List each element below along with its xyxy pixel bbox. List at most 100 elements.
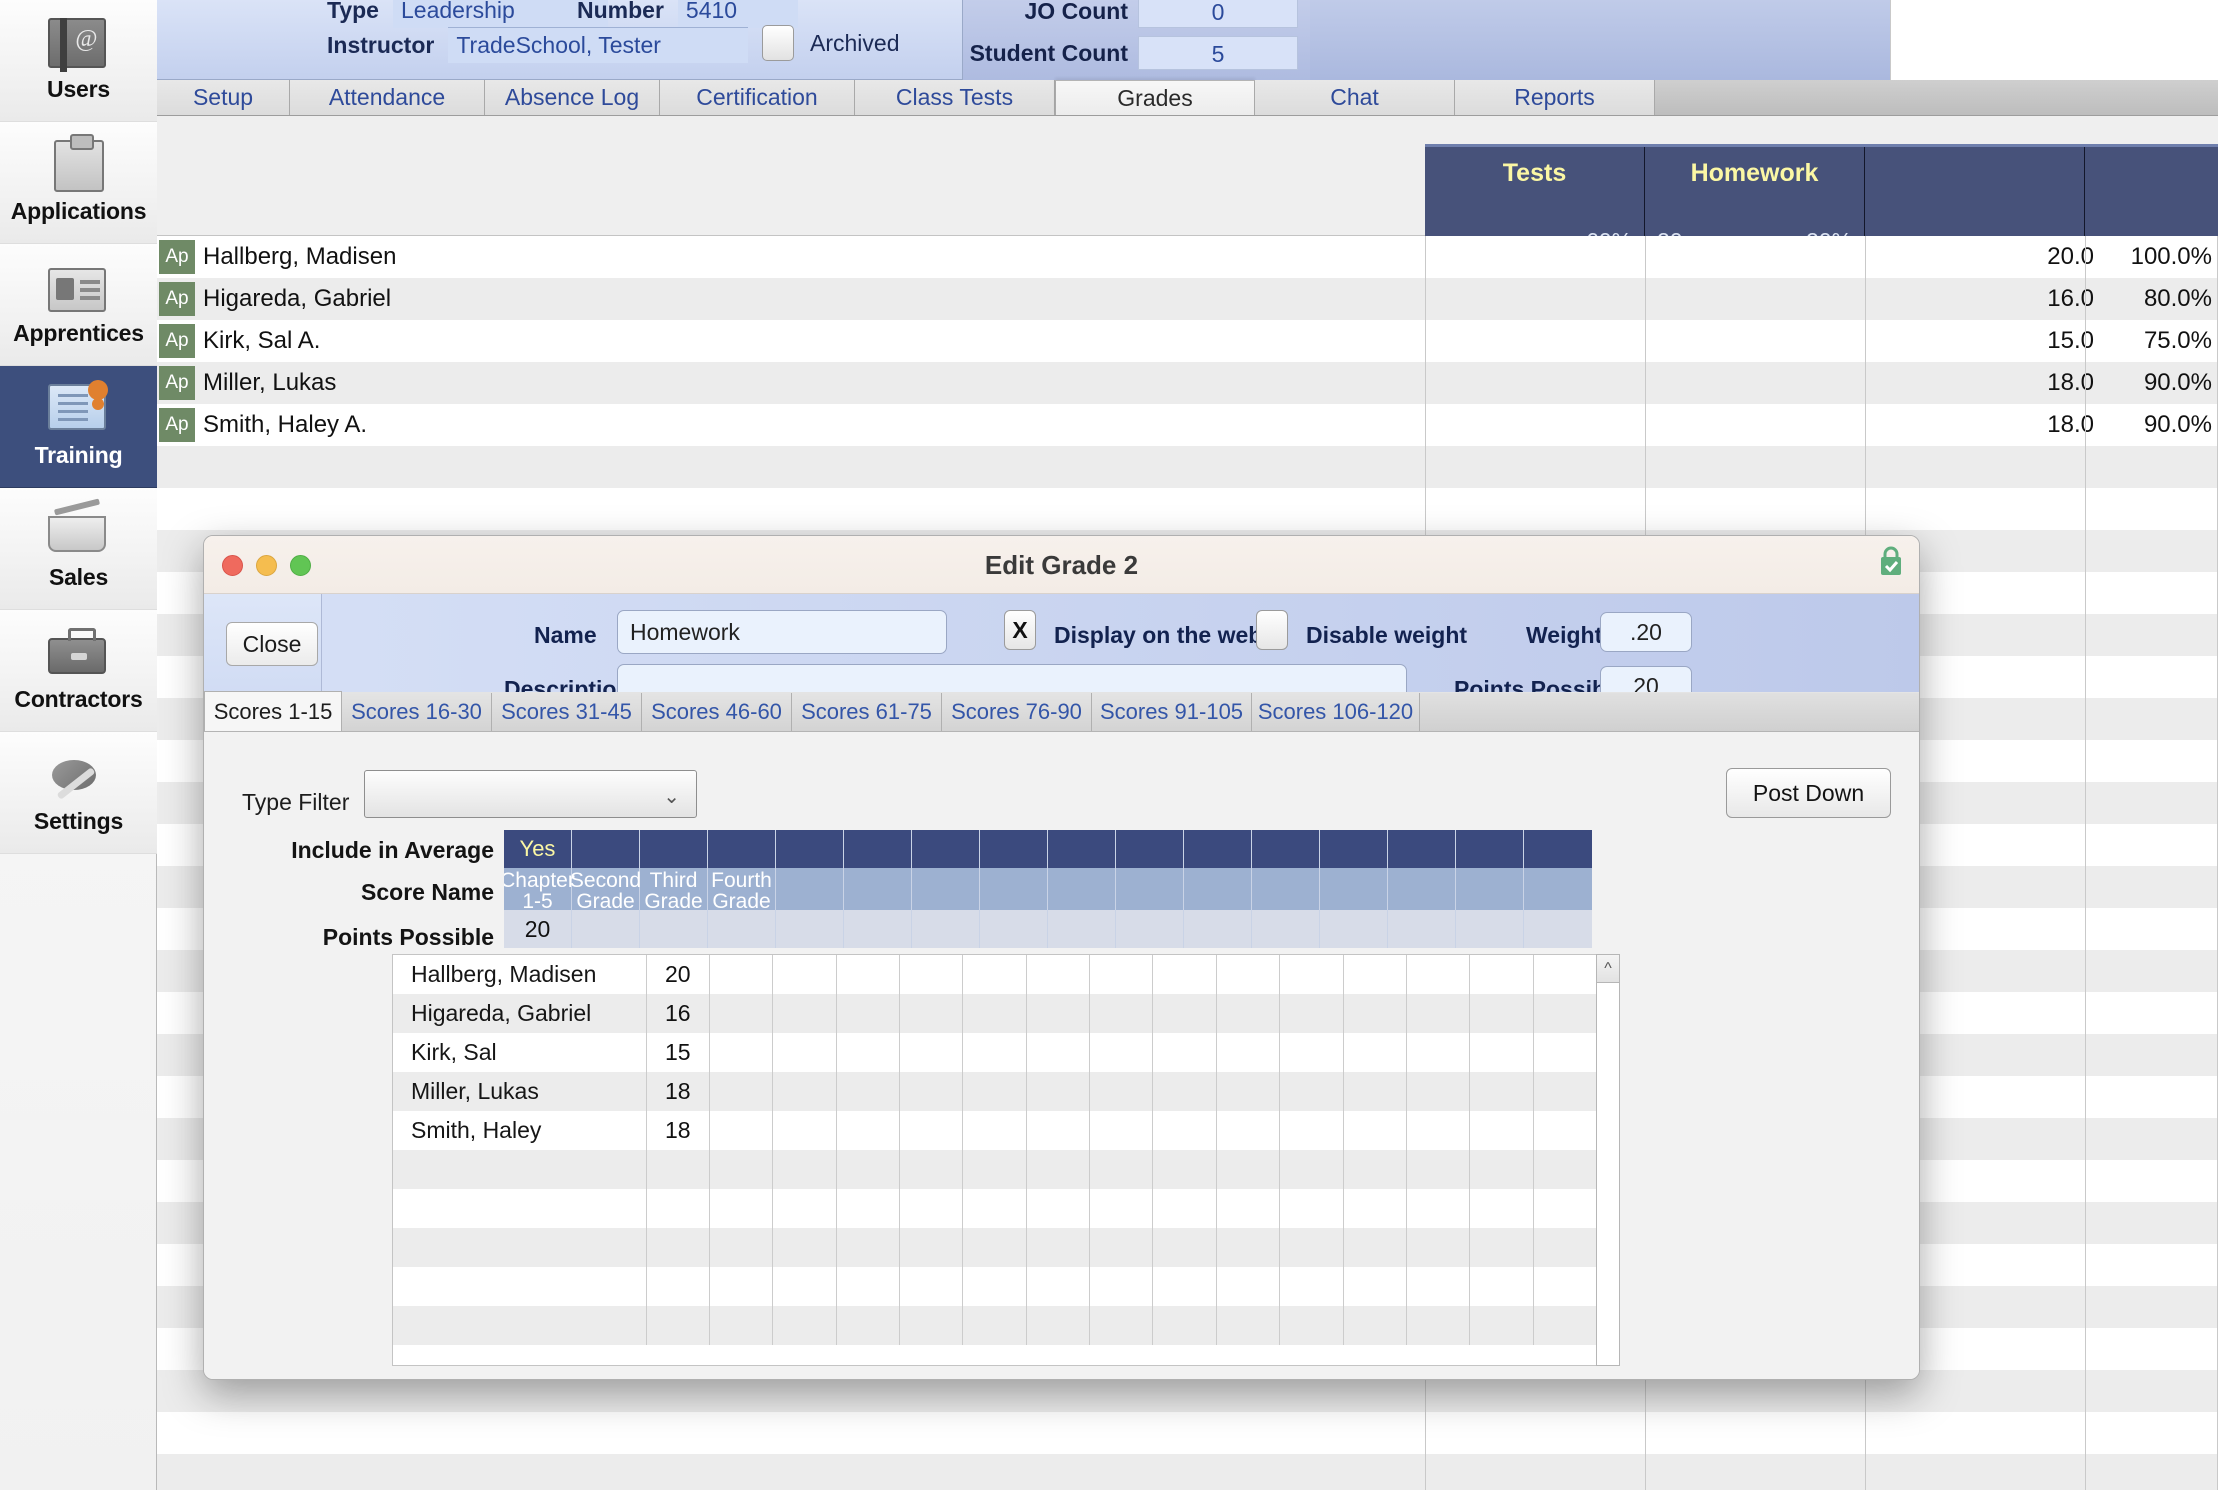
tab-certification[interactable]: Certification [660,80,855,115]
score-cell[interactable] [708,994,772,1033]
score-cell[interactable] [1152,1072,1215,1111]
score-cell[interactable] [1152,1111,1215,1150]
score-cell[interactable] [1089,994,1152,1033]
include-in-average-row-cell[interactable] [776,830,844,868]
table-row[interactable]: Kirk, Sal 15 [393,1033,1596,1072]
include-in-average-row-cell[interactable] [572,830,640,868]
score-cell[interactable] [1342,994,1406,1033]
tab-class-tests[interactable]: Class Tests [855,80,1055,115]
score-cell[interactable] [1405,1111,1469,1150]
score-name-row-cell[interactable] [1320,868,1388,910]
table-row[interactable]: Ap Smith, Haley A. 18.0 90.0% [157,404,2218,446]
score-cell[interactable]: 18 [645,1111,709,1150]
score-cell[interactable] [1342,1189,1406,1228]
score-cell[interactable]: 15 [645,1033,709,1072]
score-cell[interactable] [1152,1150,1215,1189]
score-cell[interactable] [1532,1306,1596,1345]
score-cell[interactable] [1215,1150,1279,1189]
score-name-row-cell[interactable] [1116,868,1184,910]
score-name-row-cell[interactable] [1048,868,1116,910]
score-cell[interactable] [962,1150,1025,1189]
points-possible-row-cell[interactable] [1184,910,1252,948]
score-cell[interactable] [772,1033,835,1072]
points-possible-row-cell[interactable] [1456,910,1524,948]
score-cell[interactable] [1152,955,1215,994]
score-cell[interactable] [1215,1306,1279,1345]
score-cell[interactable] [1152,1267,1215,1306]
instructor-field[interactable]: TradeSchool, Tester [448,27,749,63]
score-cell[interactable] [1469,1072,1532,1111]
points-possible-row-cell[interactable] [1116,910,1184,948]
score-cell[interactable] [1279,1072,1342,1111]
include-in-average-row-cell[interactable] [708,830,776,868]
score-cell[interactable] [835,1033,899,1072]
score-cell[interactable] [645,1150,709,1189]
score-cell[interactable] [1405,1306,1469,1345]
score-name-row-cell[interactable] [1388,868,1456,910]
score-cell[interactable] [1089,1306,1152,1345]
score-cell[interactable] [899,1072,962,1111]
score-cell[interactable] [1089,1189,1152,1228]
score-cell[interactable] [1342,1072,1406,1111]
score-cell[interactable] [1279,1267,1342,1306]
tab-grades[interactable]: Grades [1055,80,1255,115]
score-cell[interactable] [1215,1228,1279,1267]
score-cell[interactable] [962,1111,1025,1150]
score-cell[interactable] [1152,1033,1215,1072]
score-cell[interactable] [708,955,772,994]
score-cell[interactable] [1215,994,1279,1033]
include-in-average-row-cell[interactable] [1048,830,1116,868]
sidebar-item-contractors[interactable]: Contractors [0,610,157,732]
score-cell[interactable] [835,1306,899,1345]
score-cell[interactable] [1215,1267,1279,1306]
score-cell[interactable] [708,1111,772,1150]
score-name-row-cell[interactable] [1456,868,1524,910]
tab-reports[interactable]: Reports [1455,80,1655,115]
score-cell[interactable] [1025,1306,1089,1345]
table-row[interactable]: Ap Kirk, Sal A. 15.0 75.0% [157,320,2218,362]
scores-tab-scores-91-105[interactable]: Scores 91-105 [1092,693,1252,731]
include-in-average-row-cell[interactable] [1184,830,1252,868]
points-possible-row-cell[interactable] [572,910,640,948]
chevron-up-icon[interactable]: ^ [1597,955,1619,983]
score-cell[interactable]: 16 [645,994,709,1033]
score-cell[interactable] [899,1150,962,1189]
score-cell[interactable] [899,1033,962,1072]
table-row[interactable]: Hallberg, Madisen 20 [393,955,1596,994]
points-possible-row-cell[interactable] [980,910,1048,948]
score-cell[interactable] [1089,1267,1152,1306]
disable-weight-checkbox[interactable] [1256,610,1288,650]
score-cell[interactable] [1405,1267,1469,1306]
score-cell[interactable] [899,1267,962,1306]
score-cell[interactable] [1469,994,1532,1033]
score-cell[interactable] [708,1267,772,1306]
include-in-average-row-cell[interactable] [1252,830,1320,868]
score-cell[interactable] [1025,1150,1089,1189]
score-cell[interactable] [835,1267,899,1306]
score-cell[interactable] [1279,1189,1342,1228]
score-name-row-cell[interactable]: Fourth Grade [708,868,776,910]
score-name-row-cell[interactable] [1184,868,1252,910]
score-cell[interactable] [1279,1228,1342,1267]
score-cell[interactable] [1342,955,1406,994]
score-cell[interactable] [1025,1033,1089,1072]
score-cell[interactable] [772,1267,835,1306]
score-cell[interactable] [835,955,899,994]
score-cell[interactable] [1279,1111,1342,1150]
score-cell[interactable] [1089,1072,1152,1111]
tab-attendance[interactable]: Attendance [290,80,485,115]
display-on-web-checkbox[interactable]: X [1004,610,1036,650]
type-field[interactable]: Leadership [392,0,608,28]
number-field[interactable]: 5410 [677,0,798,28]
score-cell[interactable] [1405,994,1469,1033]
scores-scrollbar[interactable]: ^ [1596,954,1620,1366]
table-row[interactable]: Smith, Haley 18 [393,1111,1596,1150]
score-cell[interactable] [708,1189,772,1228]
archived-checkbox[interactable] [762,25,794,61]
score-cell[interactable] [1152,1228,1215,1267]
score-cell[interactable] [1279,1150,1342,1189]
score-cell[interactable] [645,1189,709,1228]
score-cell[interactable] [1342,1267,1406,1306]
sidebar-item-apprentices[interactable]: Apprentices [0,244,157,366]
score-cell[interactable] [1152,1189,1215,1228]
